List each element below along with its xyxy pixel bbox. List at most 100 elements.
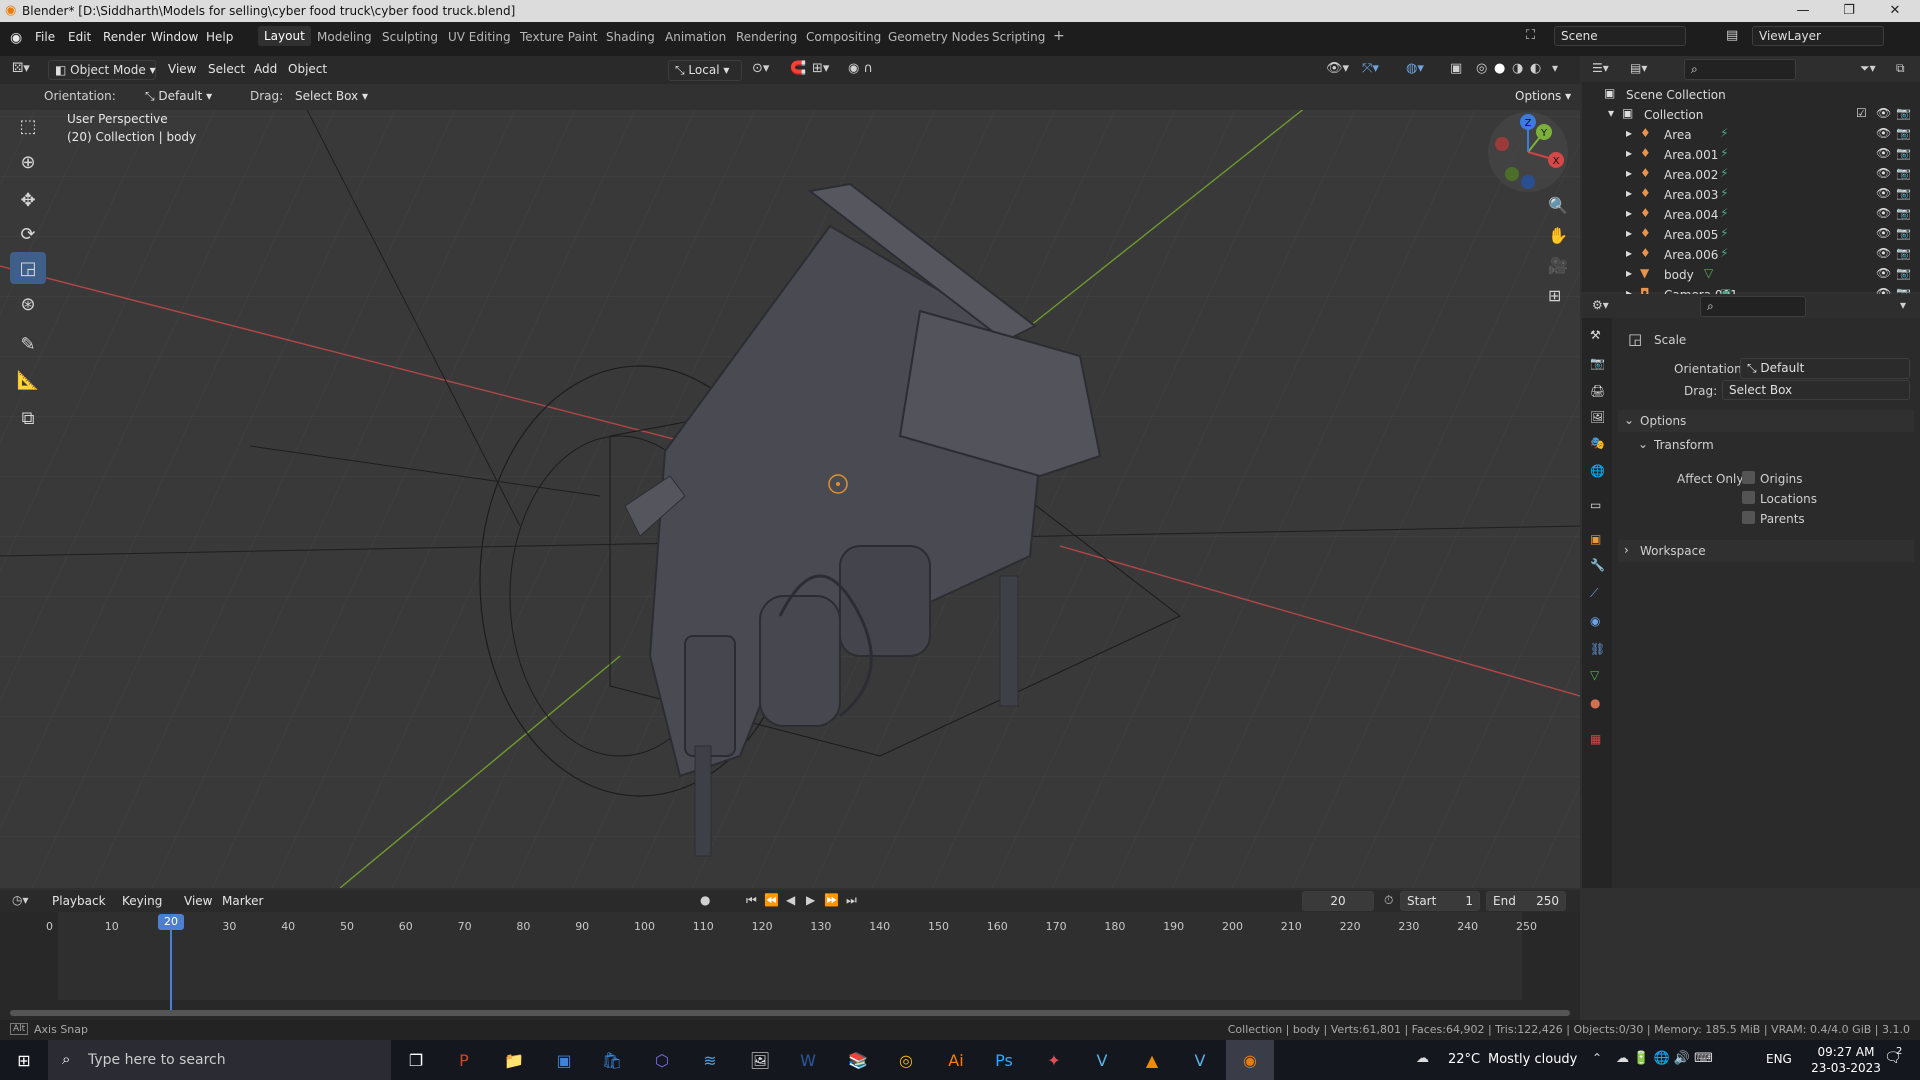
- options-dropdown[interactable]: Options ▾: [1508, 86, 1572, 106]
- blender-menu-icon[interactable]: ◉: [10, 30, 22, 46]
- expand-icon[interactable]: ▸: [1626, 226, 1632, 240]
- scene-tab-icon[interactable]: 🎭: [1590, 436, 1605, 450]
- texture-tab-icon[interactable]: ▦: [1590, 732, 1601, 746]
- particles-tab-icon[interactable]: ⟋: [1590, 586, 1598, 601]
- perspective-toggle-icon[interactable]: ⊞: [1548, 286, 1561, 305]
- expand-icon[interactable]: ▸: [1626, 206, 1632, 220]
- display-mode-icon[interactable]: ▤▾: [1630, 61, 1647, 75]
- expand-icon[interactable]: ▸: [1626, 266, 1632, 280]
- exclude-checkbox[interactable]: ☑: [1856, 106, 1867, 120]
- render-camera-icon[interactable]: 📷: [1896, 106, 1911, 120]
- select-box-tool[interactable]: ⬚: [10, 110, 46, 142]
- render-camera-icon[interactable]: 📷: [1896, 266, 1911, 280]
- windows-start-icon[interactable]: ⊞: [0, 1040, 48, 1080]
- app-book-icon[interactable]: 📚: [834, 1040, 882, 1080]
- scene-icon[interactable]: ⛶: [1526, 28, 1535, 43]
- render-camera-icon[interactable]: 📷: [1896, 126, 1911, 140]
- tab-rendering[interactable]: Rendering: [736, 30, 797, 44]
- current-frame-field[interactable]: 20: [1302, 891, 1374, 911]
- file-explorer-icon[interactable]: 📁: [490, 1040, 538, 1080]
- visibility-eye-icon[interactable]: 👁: [1876, 106, 1891, 120]
- shading-options-icon[interactable]: ▾: [1552, 61, 1558, 75]
- transform-tool[interactable]: ⊛: [10, 288, 46, 320]
- props-drag-dropdown[interactable]: Select Box: [1722, 380, 1910, 400]
- locations-checkbox-box[interactable]: [1742, 491, 1755, 504]
- visibility-eye-icon[interactable]: 👁: [1876, 226, 1891, 240]
- expand-collection-icon[interactable]: ▾: [1608, 106, 1614, 120]
- light-data-icon[interactable]: ⚡: [1720, 146, 1728, 160]
- viewport-menu-select[interactable]: Select: [208, 62, 245, 76]
- chrome-icon[interactable]: ◎: [882, 1040, 930, 1080]
- timeline-menu-playback[interactable]: Playback: [52, 894, 106, 908]
- photos-icon[interactable]: 🖼: [736, 1040, 784, 1080]
- properties-search[interactable]: ⌕: [1700, 296, 1806, 317]
- end-frame-field[interactable]: End 250: [1486, 891, 1566, 911]
- frame-ruler[interactable]: 0 10 20 30 40 50 60 70 80 90 100 110 120 130 140 150 160…: [0, 912, 1580, 1020]
- view-layer-selector[interactable]: ViewLayer: [1752, 26, 1884, 46]
- taskbar-search-box[interactable]: ⌕ Type here to search: [48, 1040, 391, 1080]
- illustrator-icon[interactable]: Ai: [932, 1040, 980, 1080]
- visibility-icon[interactable]: 👁▾: [1326, 61, 1349, 76]
- menu-render[interactable]: Render: [103, 30, 146, 44]
- outliner-item[interactable]: ▸ ♦ Area.002 ⚡ 👁 📷: [1582, 166, 1920, 186]
- minimize-button[interactable]: —: [1780, 0, 1826, 22]
- add-workspace-button[interactable]: +: [1053, 28, 1065, 44]
- data-tab-icon[interactable]: ▽: [1590, 668, 1599, 682]
- close-window-button[interactable]: ✕: [1872, 0, 1918, 22]
- task-view-icon[interactable]: ❐: [392, 1040, 440, 1080]
- render-camera-icon[interactable]: 📷: [1896, 246, 1911, 260]
- tab-sculpting[interactable]: Sculpting: [382, 30, 438, 44]
- add-cube-tool[interactable]: ⧉: [10, 402, 46, 434]
- measure-tool[interactable]: 📐: [10, 364, 46, 396]
- jump-end-button[interactable]: ⏭: [846, 893, 857, 908]
- viewport-menu-object[interactable]: Object: [288, 62, 327, 76]
- modifier-tab-icon[interactable]: 🔧: [1590, 558, 1605, 572]
- light-data-icon[interactable]: ⚡: [1720, 206, 1728, 220]
- material-tab-icon[interactable]: ●: [1590, 696, 1600, 710]
- start-frame-field[interactable]: Start 1: [1400, 891, 1480, 911]
- snap-target-icon[interactable]: ⊞▾: [812, 61, 829, 76]
- tray-chevron-icon[interactable]: ⌃: [1592, 1051, 1602, 1065]
- orientation-dropdown[interactable]: ⤡ Default ▾: [138, 86, 236, 107]
- world-tab-icon[interactable]: 🌐: [1590, 464, 1605, 478]
- weather-desc[interactable]: Mostly cloudy: [1488, 1052, 1577, 1067]
- play-button[interactable]: ▶: [806, 893, 815, 907]
- tab-animation[interactable]: Animation: [665, 30, 726, 44]
- tab-modeling[interactable]: Modeling: [317, 30, 372, 44]
- maximize-button[interactable]: ❐: [1826, 0, 1872, 22]
- menu-help[interactable]: Help: [206, 30, 233, 44]
- locations-checkbox[interactable]: Locations: [1742, 490, 1902, 506]
- jump-start-button[interactable]: ⏮: [746, 893, 757, 908]
- visibility-eye-icon[interactable]: 👁: [1876, 166, 1891, 180]
- wireframe-shading-icon[interactable]: ◎: [1476, 61, 1487, 76]
- light-data-icon[interactable]: ⚡: [1720, 226, 1728, 240]
- visibility-eye-icon[interactable]: 👁: [1876, 186, 1891, 200]
- render-camera-icon[interactable]: 📷: [1896, 186, 1911, 200]
- collection-tab-icon[interactable]: ▭: [1590, 498, 1601, 512]
- visibility-eye-icon[interactable]: 👁: [1876, 246, 1891, 260]
- timeline-menu-marker[interactable]: Marker: [222, 894, 263, 908]
- word-icon[interactable]: W: [784, 1040, 832, 1080]
- language-indicator[interactable]: ENG: [1766, 1052, 1792, 1066]
- scene-selector[interactable]: Scene: [1554, 26, 1686, 46]
- tray-app-icons[interactable]: ☁ 🔋 🌐 🔊 ⌨: [1616, 1051, 1713, 1066]
- zoom-icon[interactable]: 🔍: [1548, 196, 1568, 215]
- jump-keyframe-forward-button[interactable]: ⏩: [824, 893, 839, 907]
- workspace-panel-header[interactable]: › Workspace: [1618, 540, 1914, 562]
- light-data-icon[interactable]: ⚡: [1720, 246, 1728, 260]
- render-camera-icon[interactable]: 📷: [1896, 166, 1911, 180]
- editor-type-icon[interactable]: ⚄▾: [12, 61, 30, 76]
- tab-uv-editing[interactable]: UV Editing: [448, 30, 511, 44]
- 3d-viewport[interactable]: User Perspective (20) Collection | body …: [0, 56, 1580, 888]
- render-camera-icon[interactable]: 📷: [1896, 226, 1911, 240]
- visibility-eye-icon[interactable]: 👁: [1876, 126, 1891, 140]
- physics-tab-icon[interactable]: ◉: [1590, 614, 1600, 628]
- camera-view-icon[interactable]: 🎥: [1548, 256, 1568, 275]
- xray-toggle-icon[interactable]: ▣: [1450, 61, 1462, 76]
- output-tab-icon[interactable]: 🖨: [1590, 384, 1605, 398]
- filter-icon[interactable]: ⏷▾: [1860, 61, 1876, 76]
- constraints-tab-icon[interactable]: ⛓: [1590, 642, 1605, 656]
- origins-checkbox[interactable]: Origins: [1742, 470, 1902, 486]
- properties-options-icon[interactable]: ▾: [1900, 298, 1906, 312]
- material-shading-icon[interactable]: ◑: [1512, 61, 1523, 76]
